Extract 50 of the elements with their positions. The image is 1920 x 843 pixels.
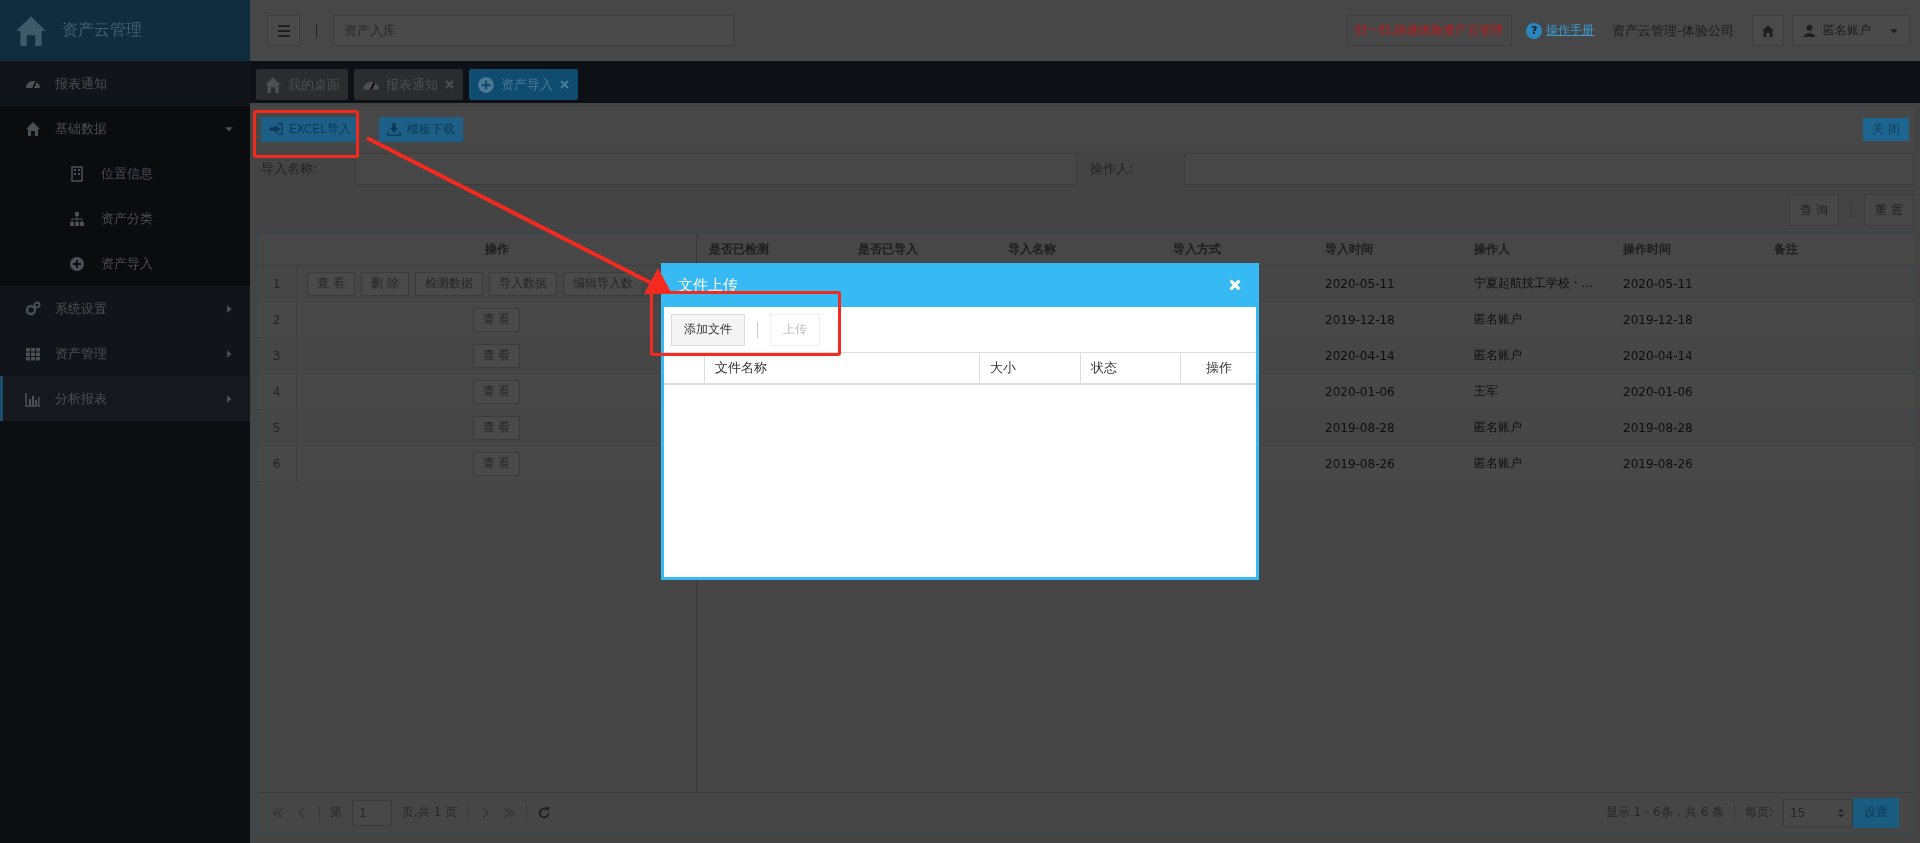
promo-button[interactable]: 扫一扫,快速体验资产云管理: [1346, 15, 1513, 46]
table-cell-text: 2020-01-06: [1622, 384, 1694, 399]
caret-icon: [224, 348, 234, 359]
refresh-icon[interactable]: [537, 805, 552, 820]
home-icon: [1761, 23, 1775, 38]
sidebar-item[interactable]: 资产导入: [0, 241, 250, 286]
table-cell-text: 2019-08-28: [1324, 420, 1396, 435]
help-icon[interactable]: ?: [1526, 22, 1543, 39]
column-header: 文件名称: [704, 353, 979, 383]
home-button[interactable]: [1752, 15, 1784, 46]
table-cell-text: 2020-04-14: [1324, 348, 1396, 363]
tab[interactable]: 资产导入: [469, 69, 578, 100]
table-cell-text: 2020-05-11: [1622, 276, 1694, 291]
plus-circle-icon: [477, 75, 495, 94]
table-cell-text: 2020-05-11: [1324, 276, 1396, 291]
sidebar-item[interactable]: 位置信息: [0, 151, 250, 196]
download-icon: [386, 122, 401, 136]
home-icon: [25, 120, 41, 137]
column-header: 状态: [1080, 353, 1180, 383]
table-cell-text: 2019-12-18: [1622, 312, 1694, 327]
home-icon: [264, 75, 282, 94]
table-cell-text: 2020-04-14: [1622, 348, 1694, 363]
grid-icon: [25, 345, 41, 362]
sidebar-item[interactable]: 资产分类: [0, 196, 250, 241]
column-header: 操作: [1180, 353, 1256, 383]
sidebar-item[interactable]: 报表通知: [0, 61, 250, 106]
hierarchy-icon: [69, 210, 85, 227]
caret-icon: [224, 393, 234, 404]
table-cell-text: 2019-08-28: [1622, 420, 1694, 435]
sidebar-item[interactable]: 系统设置: [0, 286, 250, 331]
caret-icon: [224, 303, 234, 314]
menu-icon: [275, 22, 292, 39]
sign-in-icon: [269, 122, 283, 136]
menu-button[interactable]: [267, 15, 300, 46]
column-header: 大小: [979, 353, 1080, 383]
table-cell-text: 2019-12-18: [1324, 312, 1396, 327]
close-icon[interactable]: [559, 79, 570, 90]
bar-chart-icon: [25, 390, 41, 407]
dialog-button[interactable]: 添加文件: [671, 313, 745, 346]
close-icon[interactable]: [444, 79, 455, 90]
table-cell-text: 2019-08-26: [1622, 456, 1694, 471]
building-icon: [69, 165, 85, 182]
table-cell-text: 2020-01-06: [1324, 384, 1396, 399]
user-icon: [1803, 24, 1816, 37]
sidebar-item[interactable]: 资产管理: [0, 331, 250, 376]
input-field[interactable]: [355, 153, 1077, 185]
plus-circle-icon: [69, 255, 85, 272]
table-cell-text: 2019-08-26: [1324, 456, 1396, 471]
help-link[interactable]: 操作手册: [1546, 22, 1595, 39]
sidebar-item[interactable]: 基础数据: [0, 106, 250, 151]
